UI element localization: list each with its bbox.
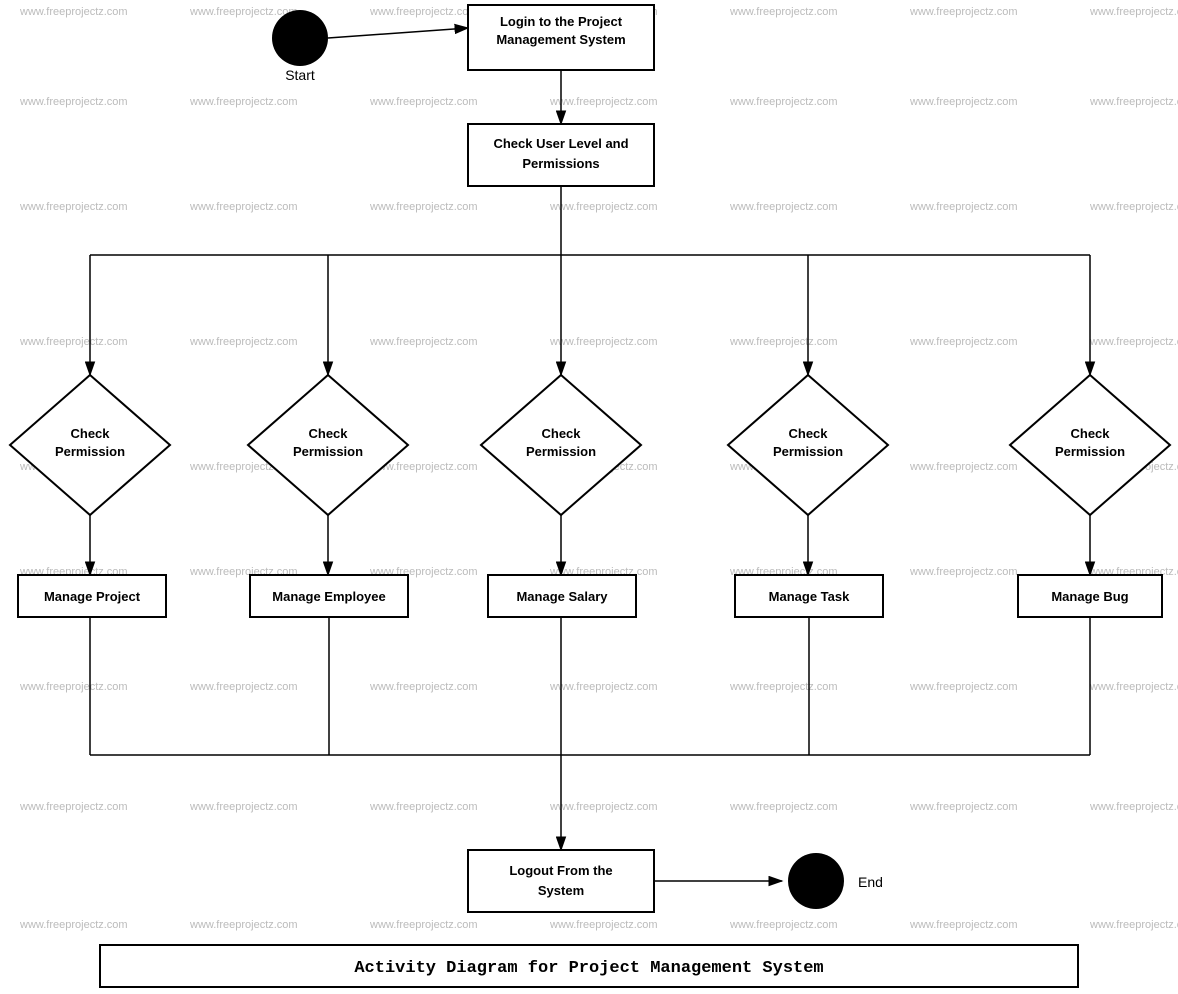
svg-text:www.freeprojectz.com: www.freeprojectz.com (369, 801, 478, 813)
svg-text:www.freeprojectz.com: www.freeprojectz.com (909, 566, 1018, 578)
diamond-1-label1: Check (70, 426, 110, 441)
svg-text:www.freeprojectz.com: www.freeprojectz.com (549, 96, 658, 108)
diamond-2-label2: Permission (293, 444, 363, 459)
svg-text:www.freeprojectz.com: www.freeprojectz.com (19, 336, 128, 348)
svg-text:www.freeprojectz.com: www.freeprojectz.com (189, 96, 298, 108)
svg-text:www.freeprojectz.com: www.freeprojectz.com (909, 336, 1018, 348)
diamond-1-label2: Permission (55, 444, 125, 459)
svg-text:www.freeprojectz.com: www.freeprojectz.com (729, 801, 838, 813)
svg-text:www.freeprojectz.com: www.freeprojectz.com (1089, 801, 1178, 813)
title-label: Activity Diagram for Project Management … (354, 959, 823, 978)
svg-text:www.freeprojectz.com: www.freeprojectz.com (1089, 96, 1178, 108)
svg-text:www.freeprojectz.com: www.freeprojectz.com (549, 336, 658, 348)
svg-text:www.freeprojectz.com: www.freeprojectz.com (189, 919, 298, 931)
svg-text:www.freeprojectz.com: www.freeprojectz.com (1089, 201, 1178, 213)
svg-text:www.freeprojectz.com: www.freeprojectz.com (729, 336, 838, 348)
svg-text:www.freeprojectz.com: www.freeprojectz.com (549, 681, 658, 693)
diamond-5-label2: Permission (1055, 444, 1125, 459)
diamond-3-label2: Permission (526, 444, 596, 459)
svg-text:www.freeprojectz.com: www.freeprojectz.com (729, 681, 838, 693)
svg-text:www.freeprojectz.com: www.freeprojectz.com (189, 336, 298, 348)
svg-text:www.freeprojectz.com: www.freeprojectz.com (549, 919, 658, 931)
svg-text:www.freeprojectz.com: www.freeprojectz.com (909, 801, 1018, 813)
check-user-level-label1: Check User Level and (493, 136, 628, 151)
svg-text:www.freeprojectz.com: www.freeprojectz.com (369, 201, 478, 213)
svg-text:www.freeprojectz.com: www.freeprojectz.com (189, 681, 298, 693)
logout-box (468, 850, 654, 912)
end-label: End (858, 874, 883, 890)
diamond-5-label1: Check (1070, 426, 1110, 441)
svg-text:www.freeprojectz.com: www.freeprojectz.com (19, 6, 128, 18)
svg-text:www.freeprojectz.com: www.freeprojectz.com (189, 801, 298, 813)
svg-text:www.freeprojectz.com: www.freeprojectz.com (909, 681, 1018, 693)
svg-text:www.freeprojectz.com: www.freeprojectz.com (549, 201, 658, 213)
manage-bug-label: Manage Bug (1051, 589, 1128, 604)
end-circle (788, 853, 844, 909)
logout-label2: System (538, 883, 584, 898)
diamond-3-label1: Check (541, 426, 581, 441)
login-label-line2: Management System (496, 32, 625, 47)
svg-text:www.freeprojectz.com: www.freeprojectz.com (1089, 681, 1178, 693)
manage-task-label: Manage Task (769, 589, 850, 604)
svg-text:www.freeprojectz.com: www.freeprojectz.com (369, 681, 478, 693)
svg-text:www.freeprojectz.com: www.freeprojectz.com (19, 201, 128, 213)
svg-text:www.freeprojectz.com: www.freeprojectz.com (1089, 336, 1178, 348)
svg-text:www.freeprojectz.com: www.freeprojectz.com (909, 201, 1018, 213)
svg-text:www.freeprojectz.com: www.freeprojectz.com (1089, 6, 1178, 18)
start-label: Start (285, 67, 315, 83)
svg-text:www.freeprojectz.com: www.freeprojectz.com (729, 919, 838, 931)
svg-text:www.freeprojectz.com: www.freeprojectz.com (1089, 919, 1178, 931)
diamond-2-label1: Check (308, 426, 348, 441)
svg-text:www.freeprojectz.com: www.freeprojectz.com (19, 919, 128, 931)
svg-text:www.freeprojectz.com: www.freeprojectz.com (19, 96, 128, 108)
diamond-4-label1: Check (788, 426, 828, 441)
manage-employee-label: Manage Employee (272, 589, 385, 604)
svg-text:www.freeprojectz.com: www.freeprojectz.com (729, 96, 838, 108)
manage-salary-label: Manage Salary (516, 589, 608, 604)
svg-text:www.freeprojectz.com: www.freeprojectz.com (909, 96, 1018, 108)
svg-text:www.freeprojectz.com: www.freeprojectz.com (909, 919, 1018, 931)
svg-text:www.freeprojectz.com: www.freeprojectz.com (729, 201, 838, 213)
svg-text:www.freeprojectz.com: www.freeprojectz.com (19, 801, 128, 813)
arrow-start-login (328, 28, 468, 38)
login-label-line1: Login to the Project (500, 14, 623, 29)
svg-text:www.freeprojectz.com: www.freeprojectz.com (729, 6, 838, 18)
svg-text:www.freeprojectz.com: www.freeprojectz.com (189, 201, 298, 213)
start-circle (272, 10, 328, 66)
svg-text:www.freeprojectz.com: www.freeprojectz.com (189, 6, 298, 18)
svg-text:www.freeprojectz.com: www.freeprojectz.com (369, 336, 478, 348)
svg-text:www.freeprojectz.com: www.freeprojectz.com (909, 6, 1018, 18)
svg-text:www.freeprojectz.com: www.freeprojectz.com (19, 681, 128, 693)
svg-text:www.freeprojectz.com: www.freeprojectz.com (549, 801, 658, 813)
diamond-4-label2: Permission (773, 444, 843, 459)
logout-label1: Logout From the (509, 863, 612, 878)
svg-text:www.freeprojectz.com: www.freeprojectz.com (369, 919, 478, 931)
svg-text:www.freeprojectz.com: www.freeprojectz.com (369, 96, 478, 108)
manage-project-label: Manage Project (44, 589, 141, 604)
check-user-level-box (468, 124, 654, 186)
check-user-level-label2: Permissions (522, 156, 599, 171)
svg-text:www.freeprojectz.com: www.freeprojectz.com (909, 461, 1018, 473)
svg-text:www.freeprojectz.com: www.freeprojectz.com (369, 6, 478, 18)
